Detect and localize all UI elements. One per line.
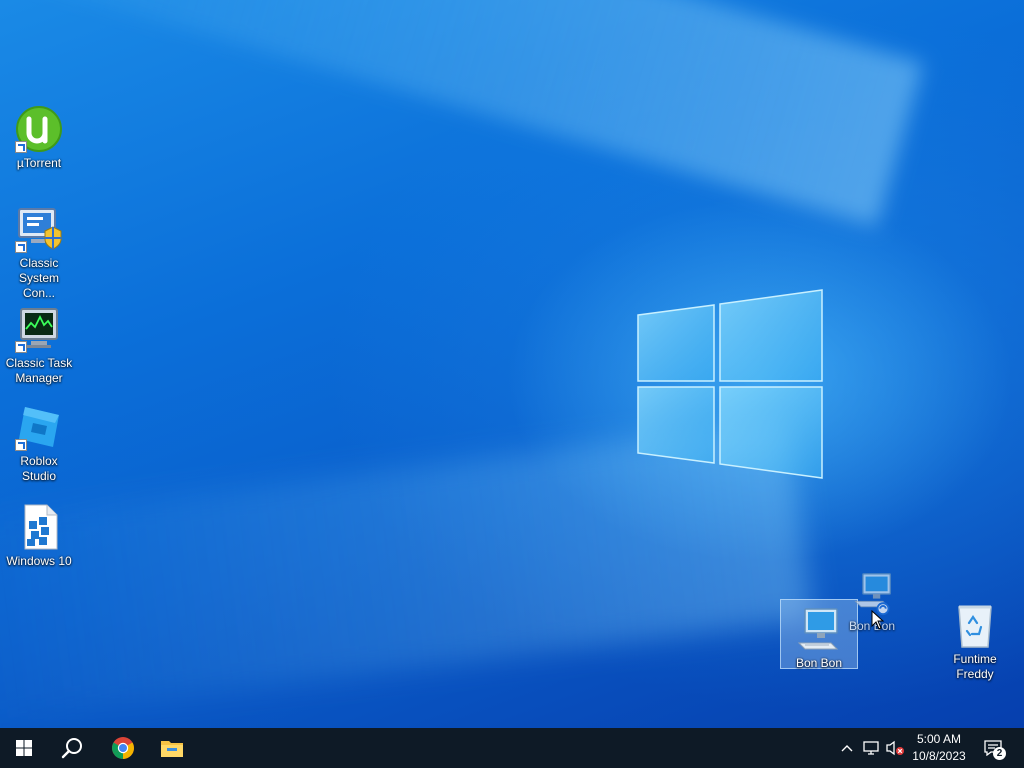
desktop[interactable]: µTorrent Classic System Con... Classic T… xyxy=(0,0,1024,728)
windows-10-file-icon xyxy=(15,503,63,551)
network-icon xyxy=(863,741,879,755)
icon-label: Windows 10 xyxy=(6,554,72,568)
icon-label: Bon Bon xyxy=(795,656,843,670)
start-button[interactable] xyxy=(0,728,48,768)
network-tray-button[interactable] xyxy=(860,728,882,768)
icon-label: Funtime Freddy xyxy=(953,652,997,681)
icon-label: Roblox Studio xyxy=(20,454,58,483)
volume-muted-icon xyxy=(886,740,904,756)
clock-date: 10/8/2023 xyxy=(912,749,966,763)
search-icon xyxy=(61,738,82,759)
icon-label: µTorrent xyxy=(16,156,62,170)
shortcut-arrow-icon xyxy=(15,439,27,451)
chrome-taskbar-button[interactable] xyxy=(99,728,147,768)
mouse-cursor-icon xyxy=(871,610,885,630)
volume-tray-button[interactable] xyxy=(884,728,906,768)
icon-label: Classic System Con... xyxy=(18,256,59,300)
utorrent-icon xyxy=(15,105,63,153)
recycle-bin-icon xyxy=(951,601,999,649)
control-panel-icon xyxy=(15,205,63,253)
desktop-icon-windows-10[interactable]: Windows 10 xyxy=(0,503,78,569)
shortcut-arrow-icon xyxy=(15,241,27,253)
chevron-up-icon xyxy=(841,745,853,752)
start-icon xyxy=(16,740,32,756)
notification-count-badge: 2 xyxy=(993,747,1006,760)
desktop-icon-utorrent[interactable]: µTorrent xyxy=(0,105,78,171)
shortcut-arrow-icon xyxy=(15,341,27,353)
desktop-icon-classic-system-control[interactable]: Classic System Con... xyxy=(0,205,78,301)
system-clock[interactable]: 5:00 AM 10/8/2023 xyxy=(906,731,972,765)
search-button[interactable] xyxy=(48,728,96,768)
show-hidden-icons-button[interactable] xyxy=(836,728,858,768)
shortcut-arrow-icon xyxy=(15,141,27,153)
desktop-icon-roblox-studio[interactable]: Roblox Studio xyxy=(0,403,78,484)
task-manager-icon xyxy=(15,305,63,353)
taskbar: 5:00 AM 10/8/2023 2 xyxy=(0,728,1024,768)
desktop-icon-classic-task-manager[interactable]: Classic Task Manager xyxy=(0,305,78,386)
file-explorer-taskbar-button[interactable] xyxy=(148,728,196,768)
light-beam xyxy=(0,0,924,227)
roblox-studio-icon xyxy=(15,403,63,451)
icon-label: Classic Task Manager xyxy=(5,356,73,385)
chrome-icon xyxy=(112,737,134,759)
action-center-button[interactable]: 2 xyxy=(978,728,1008,768)
clock-time: 5:00 AM xyxy=(916,732,962,746)
file-explorer-icon xyxy=(161,741,183,757)
windows-logo-wallpaper xyxy=(637,289,823,479)
desktop-icon-funtime-freddy[interactable]: Funtime Freddy xyxy=(936,601,1014,682)
